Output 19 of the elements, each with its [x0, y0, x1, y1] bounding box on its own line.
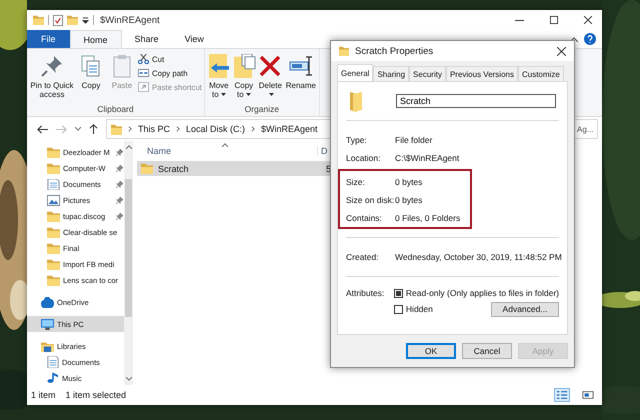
property-label: Size:	[346, 177, 366, 187]
property-label: Created:	[346, 252, 380, 262]
property-label: Attributes:	[346, 287, 386, 300]
group-label: Clipboard	[96, 103, 135, 115]
property-label: Type:	[346, 135, 368, 145]
group-label: Organize	[244, 103, 280, 115]
property-value: C:\$WinREAgent	[395, 153, 460, 163]
property-value: File folder	[395, 135, 432, 145]
dialog-title: Scratch Properties	[355, 46, 434, 56]
property-value: Wednesday, October 30, 2019, 11:48:52 PM	[395, 252, 562, 262]
property-value: 0 bytes	[395, 195, 422, 205]
property-label: Location:	[346, 153, 382, 163]
status-text: 1 item	[31, 390, 56, 400]
property-value: 0 bytes	[395, 177, 422, 187]
property-value: 0 Files, 0 Folders	[395, 213, 460, 223]
status-text: 1 item selected	[66, 390, 126, 400]
property-label: Size on disk:	[346, 195, 395, 205]
property-label: Contains:	[346, 213, 383, 223]
window-title: $WinREAgent	[100, 14, 160, 26]
